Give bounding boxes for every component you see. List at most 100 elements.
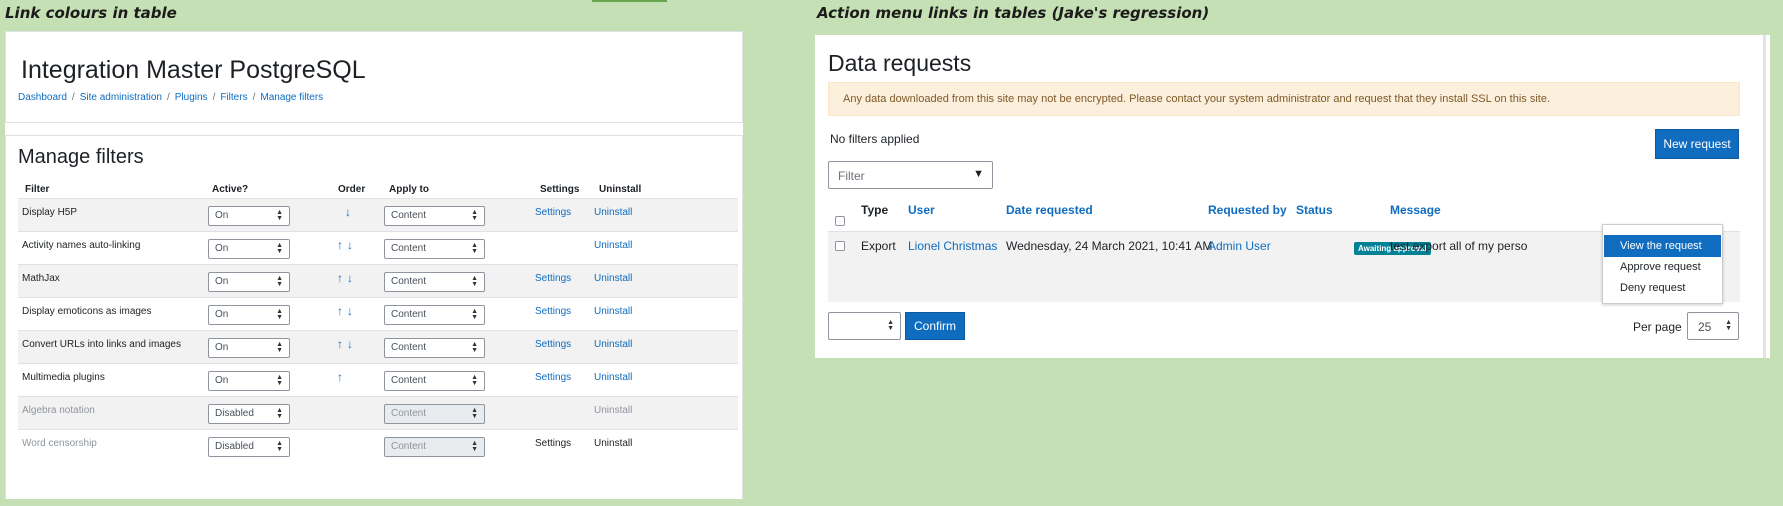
arrow-up-icon[interactable]: ↑	[337, 304, 343, 318]
breadcrumb-dashboard[interactable]: Dashboard	[18, 92, 67, 103]
order-controls: ↑ ↓	[337, 271, 357, 285]
breadcrumb-site-administration[interactable]: Site administration	[80, 92, 162, 103]
uninstall-link[interactable]: Uninstall	[594, 273, 632, 284]
up-down-caret-icon: ▲ ▼	[471, 275, 478, 288]
scrollbar-track[interactable]	[1763, 35, 1766, 358]
breadcrumb: Dashboard / Site administration / Plugins / Fi…	[18, 92, 323, 103]
order-controls: ↑ ↓	[337, 337, 357, 351]
up-down-caret-icon: ▲ ▼	[276, 209, 283, 222]
column-header-apply-to: Apply to	[389, 184, 429, 195]
active-value: Disabled	[215, 441, 254, 452]
column-header-type[interactable]: Type	[861, 203, 888, 217]
apply-to-select[interactable]: Content ▲ ▼	[384, 338, 485, 358]
active-value: On	[215, 243, 229, 254]
uninstall-link[interactable]: Uninstall	[594, 405, 632, 416]
confirm-button[interactable]: Confirm	[905, 312, 965, 340]
column-header-uninstall: Uninstall	[599, 184, 642, 195]
uninstall-link[interactable]: Uninstall	[594, 339, 632, 350]
breadcrumb-plugins[interactable]: Plugins	[175, 92, 208, 103]
active-select[interactable]: Disabled ▲ ▼	[208, 404, 290, 424]
row-checkbox[interactable]	[835, 241, 845, 251]
menu-item-approve-request[interactable]: Approve request	[1604, 256, 1721, 278]
apply-to-value: Content	[391, 441, 427, 452]
uninstall-link[interactable]: Uninstall	[594, 306, 632, 317]
caption-action-menu: Action menu links in tables (Jake's regr…	[817, 4, 1210, 22]
page-title: Data requests	[828, 50, 972, 76]
uninstall-link[interactable]: Uninstall	[594, 372, 632, 383]
arrow-up-icon[interactable]: ↑	[337, 238, 343, 252]
apply-to-select[interactable]: Content ▲ ▼	[384, 206, 485, 226]
active-select[interactable]: On ▲ ▼	[208, 338, 290, 358]
settings-link[interactable]: Settings	[535, 207, 571, 218]
breadcrumb-filters[interactable]: Filters	[220, 92, 247, 103]
uninstall-link[interactable]: Uninstall	[594, 207, 632, 218]
active-select[interactable]: On ▲ ▼	[208, 206, 290, 226]
apply-to-value: Content	[391, 210, 427, 221]
per-page-select[interactable]: 25 ▲ ▼	[1687, 312, 1739, 340]
apply-to-select: Content ▲ ▼	[384, 437, 485, 457]
arrow-down-icon[interactable]: ↓	[347, 271, 353, 285]
action-menu-dropdown: View the request Approve request Deny re…	[1602, 224, 1723, 304]
order-controls: ↑ ↓	[337, 238, 357, 252]
active-select[interactable]: Disabled ▲ ▼	[208, 437, 290, 457]
column-header-message[interactable]: Message	[1390, 203, 1441, 217]
up-down-caret-icon: ▲ ▼	[471, 407, 478, 420]
apply-to-value: Content	[391, 309, 427, 320]
arrow-down-icon[interactable]: ↓	[347, 304, 353, 318]
breadcrumb-manage-filters[interactable]: Manage filters	[260, 92, 323, 103]
settings-link[interactable]: Settings	[535, 306, 571, 317]
settings-link[interactable]: Settings	[535, 372, 571, 383]
new-request-button[interactable]: New request	[1655, 129, 1739, 159]
bulk-action-select[interactable]: ▲ ▼	[828, 312, 901, 340]
uninstall-link[interactable]: Uninstall	[594, 438, 632, 449]
active-value: On	[215, 342, 229, 353]
up-down-caret-icon: ▲ ▼	[471, 242, 478, 255]
arrow-down-icon[interactable]: ↓	[345, 205, 351, 219]
requested-by-link[interactable]: Admin User	[1208, 239, 1271, 253]
arrow-down-icon[interactable]: ↓	[347, 337, 353, 351]
table-row: MathJax On ▲ ▼ ↑ ↓ Content ▲ ▼ Settings Uninstall	[18, 264, 738, 297]
active-value: On	[215, 210, 229, 221]
active-select[interactable]: On ▲ ▼	[208, 239, 290, 259]
settings-link[interactable]: Settings	[535, 273, 571, 284]
filter-name-word-censorship: Word censorship	[22, 438, 97, 449]
uninstall-link[interactable]: Uninstall	[594, 240, 632, 251]
arrow-up-icon[interactable]: ↑	[337, 337, 343, 351]
apply-to-select[interactable]: Content ▲ ▼	[384, 272, 485, 292]
page-title: Manage filters	[18, 146, 144, 168]
filter-name-algebra-notation: Algebra notation	[22, 405, 95, 416]
table-row: Algebra notation Disabled ▲ ▼ Content ▲ ▼ Unins…	[18, 396, 738, 429]
top-accent-line	[592, 0, 667, 2]
up-down-caret-icon: ▲ ▼	[471, 341, 478, 354]
request-type: Export	[861, 239, 896, 253]
apply-to-select[interactable]: Content ▲ ▼	[384, 239, 485, 259]
active-select[interactable]: On ▲ ▼	[208, 272, 290, 292]
active-select[interactable]: On ▲ ▼	[208, 305, 290, 325]
column-header-user[interactable]: User	[908, 203, 935, 217]
per-page-label: Per page	[1633, 320, 1682, 334]
request-date: Wednesday, 24 March 2021, 10:41 AM	[1006, 239, 1213, 253]
active-value: Disabled	[215, 408, 254, 419]
arrow-up-icon[interactable]: ↑	[337, 370, 343, 384]
column-header-order: Order	[338, 184, 366, 195]
apply-to-select[interactable]: Content ▲ ▼	[384, 371, 485, 391]
column-header-date-requested[interactable]: Date requested	[1006, 203, 1093, 217]
table-row: Display H5P On ▲ ▼ ↓ Content ▲ ▼ Settings Uninsta…	[18, 198, 738, 231]
column-header-status[interactable]: Status	[1296, 203, 1333, 217]
column-header-requested-by[interactable]: Requested by	[1208, 203, 1287, 217]
apply-to-select: Content ▲ ▼	[384, 404, 485, 424]
filter-input[interactable]: Filter ▼	[828, 161, 993, 189]
up-down-caret-icon: ▲ ▼	[276, 341, 283, 354]
request-user-link[interactable]: Lionel Christmas	[908, 239, 997, 253]
ssl-warning-alert: Any data downloaded from this site may n…	[828, 82, 1740, 116]
arrow-down-icon[interactable]: ↓	[347, 238, 353, 252]
apply-to-select[interactable]: Content ▲ ▼	[384, 305, 485, 325]
arrow-up-icon[interactable]: ↑	[337, 271, 343, 285]
menu-item-view-request[interactable]: View the request	[1604, 235, 1721, 257]
menu-item-deny-request[interactable]: Deny request	[1604, 277, 1721, 299]
settings-link[interactable]: Settings	[535, 438, 571, 449]
active-select[interactable]: On ▲ ▼	[208, 371, 290, 391]
settings-link[interactable]: Settings	[535, 339, 571, 350]
filter-name-display-h5p: Display H5P	[22, 207, 78, 218]
select-all-checkbox[interactable]	[835, 216, 845, 226]
